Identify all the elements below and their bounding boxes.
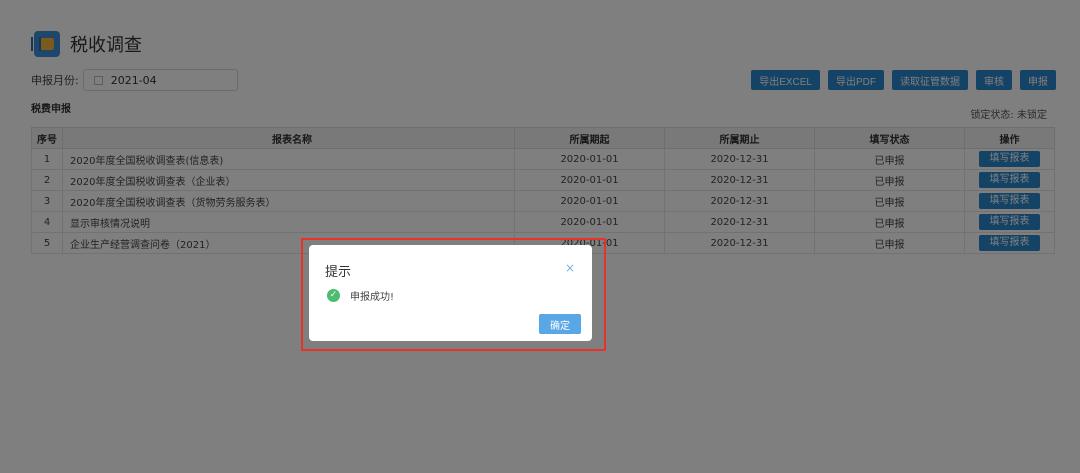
dialog-title: 提示: [325, 265, 352, 280]
dialog-body: ✓ 申报成功!: [327, 288, 394, 303]
dialog-message: 申报成功!: [350, 292, 395, 303]
check-circle-icon: ✓: [327, 289, 340, 302]
close-icon[interactable]: ×: [565, 261, 575, 275]
modal-overlay: [0, 0, 1080, 473]
message-dialog: 提示 × ✓ 申报成功! 确定: [309, 245, 592, 341]
confirm-button[interactable]: 确定: [539, 314, 581, 334]
